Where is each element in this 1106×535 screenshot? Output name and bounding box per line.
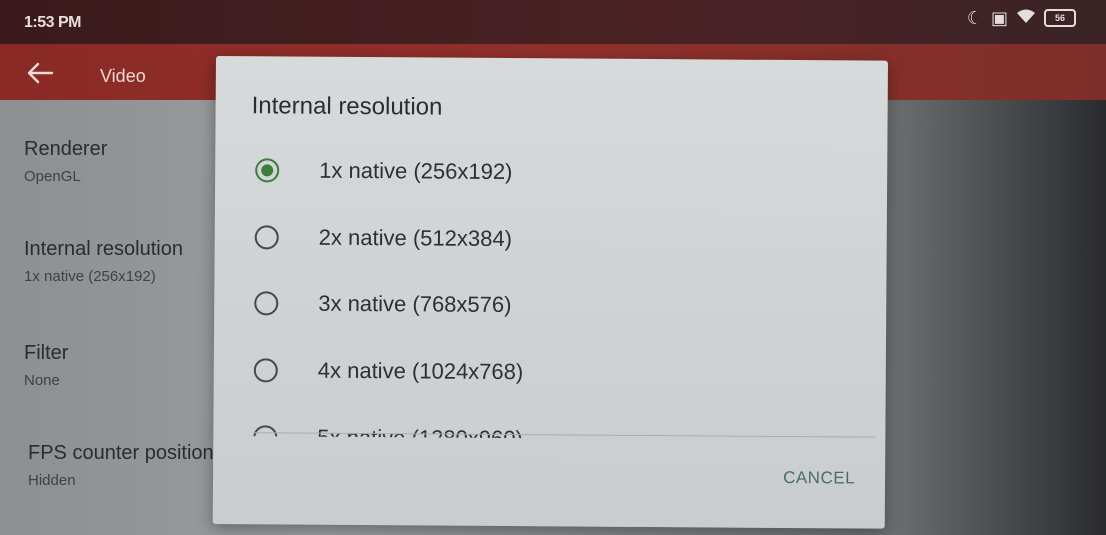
status-icons: ☾ ▣ 56 [967, 8, 1076, 27]
option-label: 2x native (512x384) [318, 224, 513, 252]
setting-value: OpenGL [24, 168, 81, 185]
option-3x[interactable]: 3x native (768x576) [254, 283, 512, 325]
option-label: 1x native (256x192) [319, 157, 513, 185]
sim-icon: ▣ [990, 7, 1008, 28]
setting-value: None [24, 372, 60, 389]
app-bar-title: Video [100, 66, 146, 86]
setting-title: Internal resolution [24, 238, 183, 260]
resolution-dialog: Internal resolution 1x native (256x192) … [212, 56, 888, 529]
setting-title: Renderer [24, 138, 108, 160]
setting-fps-counter-position[interactable]: FPS counter position Hidden [28, 442, 214, 489]
status-time: 1:53 PM [24, 14, 81, 31]
option-4x[interactable]: 4x native (1024x768) [253, 350, 524, 392]
option-2x[interactable]: 2x native (512x384) [254, 217, 513, 259]
cancel-button[interactable]: CANCEL [777, 464, 861, 493]
setting-renderer[interactable]: Renderer OpenGL [24, 138, 107, 185]
dialog-title: Internal resolution [251, 92, 443, 121]
moon-icon: ☾ [966, 7, 983, 28]
radio-unchecked-icon[interactable] [253, 358, 278, 383]
setting-title: FPS counter position [28, 442, 214, 464]
battery-icon: 56 [1044, 8, 1076, 27]
back-arrow-icon[interactable] [26, 62, 54, 84]
option-label: 3x native (768x576) [318, 290, 512, 318]
option-1x[interactable]: 1x native (256x192) [255, 150, 513, 192]
options-list[interactable]: 1x native (256x192) 2x native (512x384) … [213, 136, 887, 441]
wifi-icon [1016, 8, 1036, 27]
setting-value: Hidden [28, 472, 76, 489]
status-bar: 1:53 PM ☾ ▣ 56 [0, 0, 1106, 44]
radio-unchecked-icon[interactable] [254, 225, 279, 250]
radio-checked-icon[interactable] [255, 158, 280, 183]
option-label: 4x native (1024x768) [317, 357, 524, 385]
setting-value: 1x native (256x192) [24, 268, 156, 285]
setting-filter[interactable]: Filter None [24, 342, 68, 389]
setting-title: Filter [24, 342, 69, 364]
setting-internal-resolution[interactable]: Internal resolution 1x native (256x192) [24, 238, 183, 285]
option-5x[interactable]: 5x native (1280x960) [253, 417, 523, 441]
radio-unchecked-icon[interactable] [254, 291, 279, 316]
screen: 1:53 PM ☾ ▣ 56 Video Renderer OpenGL Int… [0, 0, 1106, 535]
